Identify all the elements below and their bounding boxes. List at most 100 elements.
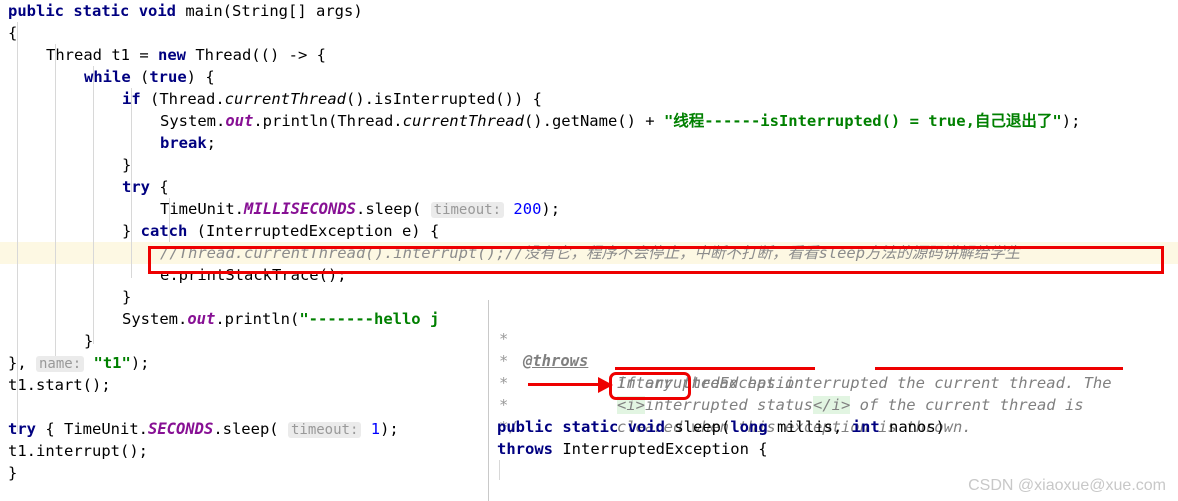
code-token: } [122,222,141,240]
indent-guide [499,460,500,480]
code-token: ().getName() + [523,112,664,130]
csdn-watermark: CSDN @xiaoxue@xue.com [968,477,1166,494]
code-token: .sleep( [213,420,288,438]
signature-token: long [730,418,768,436]
javadoc-line-2: * if any thread has interrupted the curr… [489,328,1112,392]
javadoc-line-2-text: if any thread has interrupted the curren… [617,374,1112,392]
code-token: ); [130,354,150,372]
code-line: TimeUnit.MILLISECONDS.sleep( timeout: 20… [0,198,1178,220]
signature-token: millis, [767,418,852,436]
code-token: t1.start(); [8,376,111,394]
code-token: "t1" [93,354,131,372]
code-token: .sleep( [355,200,431,218]
code-token: 200 [513,200,542,218]
javadoc-line-4: * cleared when this exception is thrown. [489,372,972,436]
code-token: while [84,68,131,86]
signature-token: void [627,418,666,436]
code-token: .println(Thread. [253,112,403,130]
code-token: SECONDS [147,420,214,438]
code-token: MILLISECONDS [244,200,356,218]
annotation-underline-current-thread [875,367,1123,370]
code-token: } [122,156,132,174]
signature-token: static [562,418,619,436]
code-token: if [122,90,141,108]
code-line: if (Thread.currentThread().isInterrupted… [0,88,1178,110]
code-token: public [8,2,64,20]
javadoc-throws-tag[interactable]: @throws [523,350,588,372]
code-token: { TimeUnit. [36,420,148,438]
code-token: "线程------isInterrupted() = true,自己退出了" [663,112,1062,130]
code-token: true [149,68,187,86]
code-token: Thread t1 = [46,46,158,64]
code-token: try [8,420,36,438]
code-line: Thread t1 = new Thread(() -> { [0,44,1178,66]
code-line: { [0,22,1178,44]
code-token: t1.interrupt(); [8,442,148,460]
code-token: main(String[] args) [176,2,363,20]
code-token: ); [541,200,561,218]
code-token: ().isInterrupted()) { [346,90,542,108]
code-line: while (true) { [0,66,1178,88]
code-token: { [8,24,18,42]
code-token: .println( [215,310,300,328]
code-token: { [150,178,169,196]
code-line: try { [0,176,1178,198]
documentation-tooltip[interactable]: * @throws InterruptedException * if any … [488,300,1178,501]
code-token: ); [1061,112,1081,130]
signature-token: public [497,418,553,436]
code-token: }, [8,354,36,372]
code-token: out [187,310,216,328]
code-token: void [138,2,177,20]
code-token: timeout: [287,422,362,438]
code-token: "-------hello j [299,310,440,328]
code-token: } [122,288,132,306]
italic-close-tag: </i> [812,396,851,414]
code-token: (Thread. [140,90,225,108]
code-token: catch [140,222,188,240]
javadoc-line-throws: * @throws InterruptedException [489,306,804,392]
annotation-box-cleared [609,372,691,400]
code-token: 1 [370,420,381,438]
annotation-box-commented-interrupt [148,246,1164,274]
annotation-underline-interrupted-status [615,367,815,370]
code-token: } [8,464,18,482]
code-token: break [160,134,207,152]
code-token: ; [206,134,217,152]
javadoc-line-3-tail: of the current thread is [850,396,1084,414]
javadoc-line-close: */ [489,394,526,436]
javadoc-line-3: * <i>interrupted status</i> of the curre… [489,350,1084,414]
signature-token: throws [497,440,553,458]
code-token: timeout: [430,202,505,218]
signature-token: int [851,418,880,436]
code-token: name: [36,356,85,372]
signature-token: sleep( [665,418,731,436]
code-token: new [157,46,186,64]
code-token: System. [122,310,188,328]
code-token: ( [130,68,150,86]
code-token: Thread(() -> { [185,46,326,64]
code-token: ) { [186,68,215,86]
code-token: out [225,112,254,130]
code-line: public static void main(String[] args) [0,0,1178,22]
code-token: System. [160,112,226,130]
code-token: ); [380,420,409,438]
code-token: currentThread [402,112,524,130]
signature-token [553,418,562,436]
code-token: } [84,332,94,350]
signature-token [618,418,627,436]
code-token: static [73,2,130,20]
code-token: try [122,178,150,196]
code-line: System.out.println(Thread.currentThread(… [0,110,1178,132]
signature-token: nanos) [879,418,945,436]
code-line: } [0,154,1178,176]
code-token: currentThread [224,90,346,108]
code-line: break; [0,132,1178,154]
annotation-arrow-shaft [528,383,600,386]
code-token: (InterruptedException e) { [187,222,440,240]
code-line: } catch (InterruptedException e) { [0,220,1178,242]
signature-token: InterruptedException { [553,440,768,458]
